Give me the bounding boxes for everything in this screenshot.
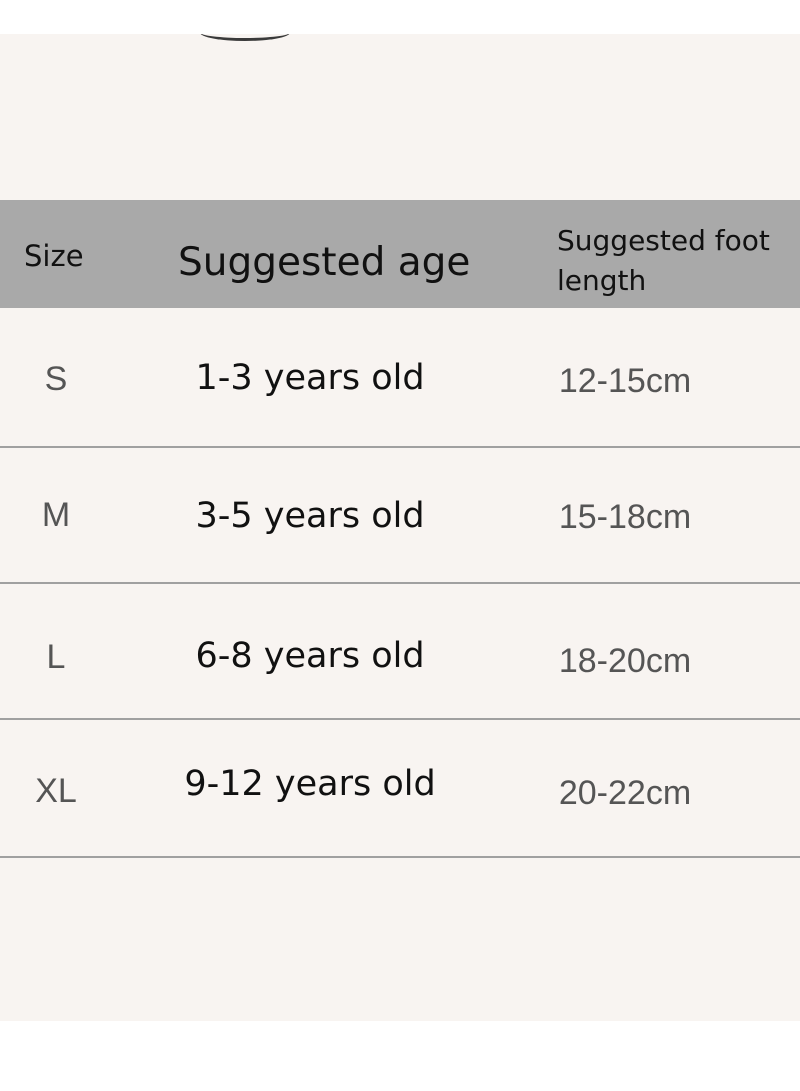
decorative-stroke bbox=[200, 34, 290, 41]
size-chart-image: Size Suggested age Suggested foot length… bbox=[0, 0, 800, 1091]
age-cell: 9-12 years old bbox=[184, 764, 436, 804]
table-row: M 3-5 years old 15-18cm bbox=[0, 444, 800, 584]
header-suggested-foot-length: Suggested foot length bbox=[557, 224, 770, 297]
foot-length-cell: 12-15cm bbox=[558, 362, 692, 400]
table-header: Size Suggested age Suggested foot length bbox=[0, 200, 800, 308]
foot-length-cell: 18-20cm bbox=[558, 642, 692, 680]
table-row: XL 9-12 years old 20-22cm bbox=[0, 718, 800, 858]
age-cell: 1-3 years old bbox=[195, 358, 425, 398]
header-suggested-age: Suggested age bbox=[178, 240, 471, 285]
size-cell: XL bbox=[35, 772, 77, 810]
header-size: Size bbox=[24, 239, 84, 273]
table-row: L 6-8 years old 18-20cm bbox=[0, 580, 800, 720]
size-chart-panel: Size Suggested age Suggested foot length… bbox=[0, 34, 800, 1021]
foot-length-cell: 20-22cm bbox=[558, 774, 692, 812]
size-cell: L bbox=[46, 638, 66, 676]
size-cell: M bbox=[41, 496, 71, 534]
age-cell: 6-8 years old bbox=[195, 636, 425, 676]
foot-length-cell: 15-18cm bbox=[558, 498, 692, 536]
size-cell: S bbox=[44, 360, 68, 398]
table-row: S 1-3 years old 12-15cm bbox=[0, 308, 800, 448]
age-cell: 3-5 years old bbox=[195, 496, 425, 536]
